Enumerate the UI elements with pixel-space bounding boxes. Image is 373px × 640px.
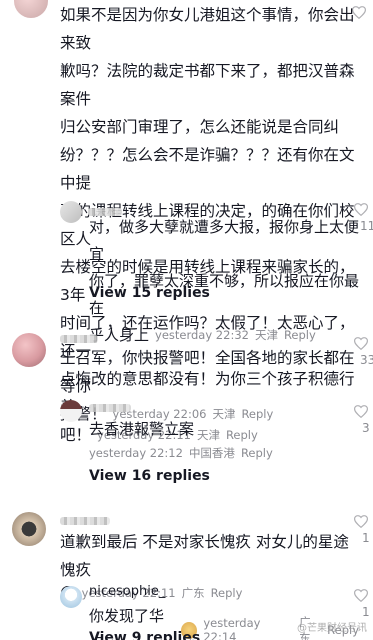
view-replies-button[interactable]: View 16 replies	[89, 468, 210, 484]
reply-2: 去香港報警立案 yesterday 22:12 中国香港 Reply	[89, 416, 359, 461]
reply-2-location: 中国香港	[188, 446, 235, 460]
avatar-reply-2[interactable]	[60, 400, 82, 422]
like-count: 1	[362, 605, 370, 619]
comment-1-line: 纷？？？怎么会不是诈骗？？？还有你在文中提	[60, 146, 355, 192]
avatar-commenter-3[interactable]	[12, 512, 46, 546]
heart-icon[interactable]	[354, 589, 368, 602]
heart-icon[interactable]	[354, 337, 368, 350]
heart-icon[interactable]	[354, 405, 368, 418]
heart-icon[interactable]	[354, 515, 368, 528]
comment-3-text: 道歉到最后 不是对家长愧疚 对女儿的星途愧疚	[60, 533, 349, 579]
avatar-commenter-2[interactable]	[12, 333, 46, 367]
username-blurred	[89, 404, 131, 412]
reply-2-time: yesterday 22:12	[89, 446, 183, 460]
like-count: 11	[360, 219, 373, 233]
view-replies-button[interactable]: View 15 replies	[89, 285, 210, 301]
avatar-reply-3[interactable]	[60, 586, 82, 608]
username-blurred	[60, 517, 110, 525]
like-count: 3	[362, 421, 370, 435]
like-count: 33	[360, 353, 373, 367]
comment-1-line: 归公安部门审理了，怎么还能说是合同纠	[60, 118, 340, 136]
avatar-reply-1[interactable]	[60, 201, 82, 223]
reply-3-username[interactable]: nicesophie_	[89, 583, 359, 601]
comment-1-line: 歉吗？法院的裁定书都下来了，都把汉普森案件	[60, 62, 355, 108]
avatar-commenter-1[interactable]	[14, 0, 48, 18]
reply-2-meta: yesterday 22:12 中国香港 Reply	[89, 445, 359, 461]
reply-1: 对，做多大孽就遭多大报，报你身上太便宜 你了，罪孽太深重不够，所以报应在你最在 …	[89, 214, 359, 349]
comment-1-line: 如果不是因为你女儿港姐这个事情，你会出来致	[60, 6, 355, 52]
view-replies-button[interactable]: View 9 replies	[89, 630, 200, 640]
watermark: @芒果财经号讯	[297, 623, 367, 634]
reply-1-line: 对，做多大孽就遭多大报，报你身上太便宜	[89, 218, 360, 263]
like-count: 1	[362, 531, 370, 545]
username-blurred	[60, 335, 98, 343]
reply-2-text: 去香港報警立案	[89, 420, 195, 438]
reply-3-time: yesterday 22:14	[203, 616, 261, 640]
comment-2-line: 王召军，你快报警吧！全国各地的家长都在等你	[60, 349, 355, 395]
heart-icon[interactable]	[354, 203, 368, 216]
reply-2-reply-button[interactable]: Reply	[241, 446, 273, 460]
